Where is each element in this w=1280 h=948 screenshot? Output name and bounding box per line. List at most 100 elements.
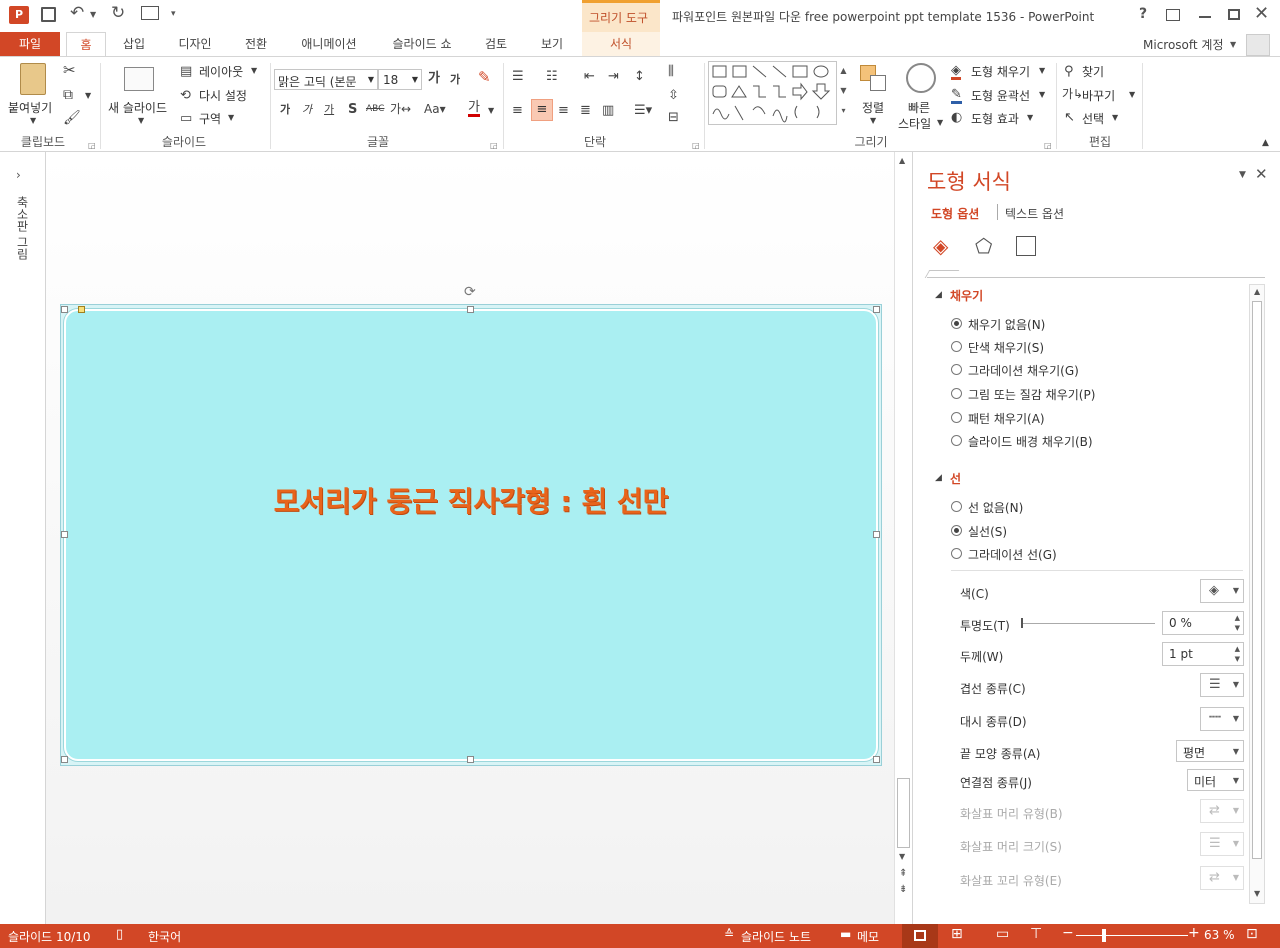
scroll-up-icon[interactable]: ▲ [899, 156, 905, 165]
paste-button[interactable]: 붙여넣기 [8, 99, 52, 116]
spinner-icon[interactable]: ▲ ▼ [1235, 613, 1240, 633]
solid-line-label[interactable]: 실선(S) [968, 523, 1007, 540]
account-dropdown-icon[interactable]: ▼ [1230, 40, 1236, 49]
undo-dropdown-icon[interactable]: ▼ [90, 10, 96, 19]
select-dropdown-icon[interactable]: ▼ [1112, 114, 1118, 122]
effects-icon[interactable]: ⬠ [975, 234, 992, 258]
zoom-slider-track[interactable] [1076, 935, 1188, 936]
slide-sorter-icon[interactable]: ⊞ [951, 926, 963, 942]
redo-icon[interactable]: ↻ [111, 3, 125, 23]
character-spacing-icon[interactable]: 가↔ [390, 103, 411, 115]
radio-solid-fill[interactable] [951, 341, 962, 352]
font-launcher-icon[interactable]: ◲ [490, 141, 498, 150]
align-right-icon[interactable]: ≡ [558, 104, 569, 117]
radio-picture-fill[interactable] [951, 388, 962, 399]
spell-check-icon[interactable]: ▯ [116, 927, 123, 942]
gradient-line-label[interactable]: 그라데이션 선(G) [968, 546, 1057, 563]
radio-no-fill[interactable] [951, 318, 962, 329]
transparency-slider-track[interactable] [1023, 623, 1155, 624]
section-button[interactable]: 구역 [199, 110, 221, 127]
fill-section-header[interactable]: 채우기 [950, 287, 983, 304]
font-color-icon[interactable]: 가 [468, 101, 480, 117]
begin-arrow-size-button[interactable]: ☰ ▼ [1200, 832, 1244, 856]
picture-fill-label[interactable]: 그림 또는 질감 채우기(P) [968, 386, 1095, 403]
pane-scroll-up-icon[interactable]: ▲ [1254, 287, 1260, 296]
decrease-indent-icon[interactable]: ⇤ [584, 70, 595, 83]
numbering-icon[interactable]: ☷ [546, 70, 558, 83]
shape-effects-button[interactable]: 도형 효과 [971, 110, 1019, 127]
resize-handle[interactable] [61, 306, 68, 313]
new-slide-dropdown-icon[interactable]: ▼ [138, 117, 144, 125]
reading-view-icon[interactable]: ▭ [996, 926, 1009, 942]
quick-styles-dropdown-icon[interactable]: ▼ [937, 119, 943, 127]
ribbon-display-options-icon[interactable] [1166, 9, 1180, 21]
font-size-dropdown-icon[interactable]: ▼ [412, 75, 418, 84]
rotate-handle-icon[interactable]: ⟳ [464, 284, 476, 300]
align-text-icon[interactable]: ⊟ [668, 111, 679, 124]
replace-button[interactable]: 바꾸기 [1082, 87, 1115, 104]
shape-outline-button[interactable]: 도형 윤곽선 [971, 87, 1030, 104]
font-size-combo[interactable]: 18 ▼ [378, 69, 422, 90]
tab-text-options[interactable]: 텍스트 옵션 [1005, 205, 1064, 222]
bold-icon[interactable]: 가 [280, 104, 290, 115]
notes-icon[interactable]: ≙ [724, 927, 734, 941]
compound-type-button[interactable]: ☰ ▼ [1200, 673, 1244, 697]
minimize-button[interactable] [1199, 16, 1211, 18]
find-button[interactable]: 찾기 [1082, 63, 1104, 80]
new-slide-button[interactable]: 새 슬라이드 [108, 99, 167, 116]
zoom-in-icon[interactable]: + [1188, 925, 1200, 941]
end-arrow-type-button[interactable]: ⇄ ▼ [1200, 866, 1244, 890]
dash-type-button[interactable]: ┅┅ ▼ [1200, 707, 1244, 731]
begin-arrow-type-button[interactable]: ⇄ ▼ [1200, 799, 1244, 823]
size-properties-icon[interactable] [1016, 236, 1036, 256]
quick-styles-label-2[interactable]: 스타일 [898, 115, 931, 132]
avatar[interactable] [1246, 34, 1270, 56]
shapes-scroll[interactable]: ▲ ▼ ▾ [836, 61, 850, 125]
radio-gradient-line[interactable] [951, 548, 962, 559]
pane-scrollbar[interactable]: ▲ ▼ [1249, 284, 1265, 904]
tab-transitions[interactable]: 전환 [236, 32, 276, 56]
pane-scroll-down-icon[interactable]: ▼ [1254, 889, 1260, 898]
expand-thumbnails-icon[interactable]: › [16, 168, 21, 182]
slide-shape-text[interactable]: 모서리가 둥근 직사각형 : 흰 선만 [64, 480, 878, 520]
spinner-icon[interactable]: ▲ ▼ [1235, 644, 1240, 664]
dash-type-dropdown-icon[interactable]: ▼ [1233, 714, 1239, 723]
strikethrough-icon[interactable]: ABC [366, 105, 384, 114]
resize-handle[interactable] [873, 756, 880, 763]
customize-qat-icon[interactable]: ▾ [171, 9, 176, 19]
select-button[interactable]: 선택 [1082, 110, 1104, 127]
pattern-fill-label[interactable]: 패턴 채우기(A) [968, 410, 1045, 427]
rounded-rectangle-shape[interactable] [64, 309, 878, 761]
zoom-slider-thumb[interactable] [1102, 929, 1106, 942]
collapse-line-icon[interactable]: ◢ [935, 473, 942, 483]
radio-solid-line[interactable] [951, 525, 962, 536]
fit-slide-icon[interactable]: ⊡ [1246, 926, 1258, 942]
clipboard-launcher-icon[interactable]: ◲ [88, 141, 96, 150]
decrease-font-size-icon[interactable]: 가 [450, 74, 460, 85]
resize-handle[interactable] [467, 306, 474, 313]
no-line-label[interactable]: 선 없음(N) [968, 499, 1023, 516]
radio-no-line[interactable] [951, 501, 962, 512]
shape-effects-dropdown-icon[interactable]: ▼ [1027, 114, 1033, 122]
compound-type-dropdown-icon[interactable]: ▼ [1233, 680, 1239, 689]
change-case-icon[interactable]: Aa▾ [424, 103, 446, 115]
cut-icon[interactable]: ✂ [63, 63, 76, 78]
tab-shape-options[interactable]: 도형 옵션 [931, 205, 979, 222]
tab-review[interactable]: 검토 [476, 32, 516, 56]
collapse-ribbon-icon[interactable]: ▲ [1262, 139, 1269, 148]
transparency-slider-thumb[interactable] [1021, 618, 1023, 628]
comments-icon[interactable]: ▬ [840, 927, 851, 941]
fill-line-icon[interactable]: ◈ [933, 234, 948, 258]
comments-button[interactable]: 메모 [857, 928, 879, 945]
pane-close-icon[interactable]: ✕ [1255, 165, 1268, 183]
join-type-select[interactable]: 미터 ▼ [1187, 769, 1244, 791]
transparency-input[interactable]: 0 % ▲ ▼ [1162, 611, 1244, 635]
align-left-icon[interactable]: ≡ [512, 104, 523, 117]
arrange-button[interactable]: 정렬 [862, 99, 884, 116]
section-dropdown-icon[interactable]: ▼ [228, 114, 234, 122]
begin-arrow-type-dropdown-icon[interactable]: ▼ [1233, 806, 1239, 815]
slideshow-from-start-icon[interactable] [141, 6, 159, 20]
line-color-button[interactable]: ◈ ▼ [1200, 579, 1244, 603]
font-name-dropdown-icon[interactable]: ▼ [368, 75, 374, 84]
tab-file[interactable]: 파일 [0, 32, 60, 56]
